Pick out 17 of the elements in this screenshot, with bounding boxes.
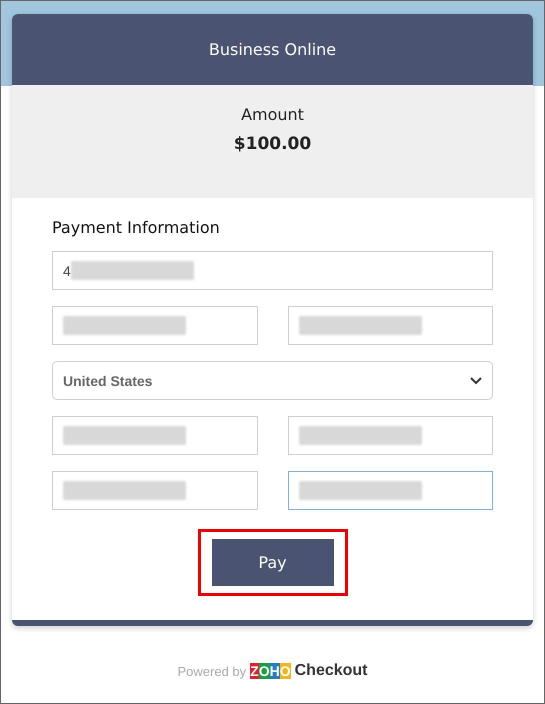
brand-logo: ZOHO xyxy=(250,663,291,679)
pay-button[interactable]: Pay xyxy=(212,539,334,586)
amount-label: Amount xyxy=(241,105,304,124)
amount-value: $100.00 xyxy=(234,134,312,154)
input-field[interactable] xyxy=(288,471,493,510)
input-field[interactable] xyxy=(288,416,493,455)
chevron-down-icon xyxy=(470,376,482,384)
input-field[interactable]: 4 xyxy=(52,251,493,290)
input-field[interactable] xyxy=(52,471,258,510)
input-field[interactable] xyxy=(288,306,493,345)
input-field[interactable] xyxy=(52,306,258,345)
powered-by-text: Powered by xyxy=(177,664,246,678)
input-field[interactable] xyxy=(52,416,258,455)
product-name: Checkout xyxy=(294,662,368,680)
country-select[interactable]: United States xyxy=(52,361,493,400)
business-title: Business Online xyxy=(208,40,336,59)
section-heading: Payment Information xyxy=(52,218,221,237)
